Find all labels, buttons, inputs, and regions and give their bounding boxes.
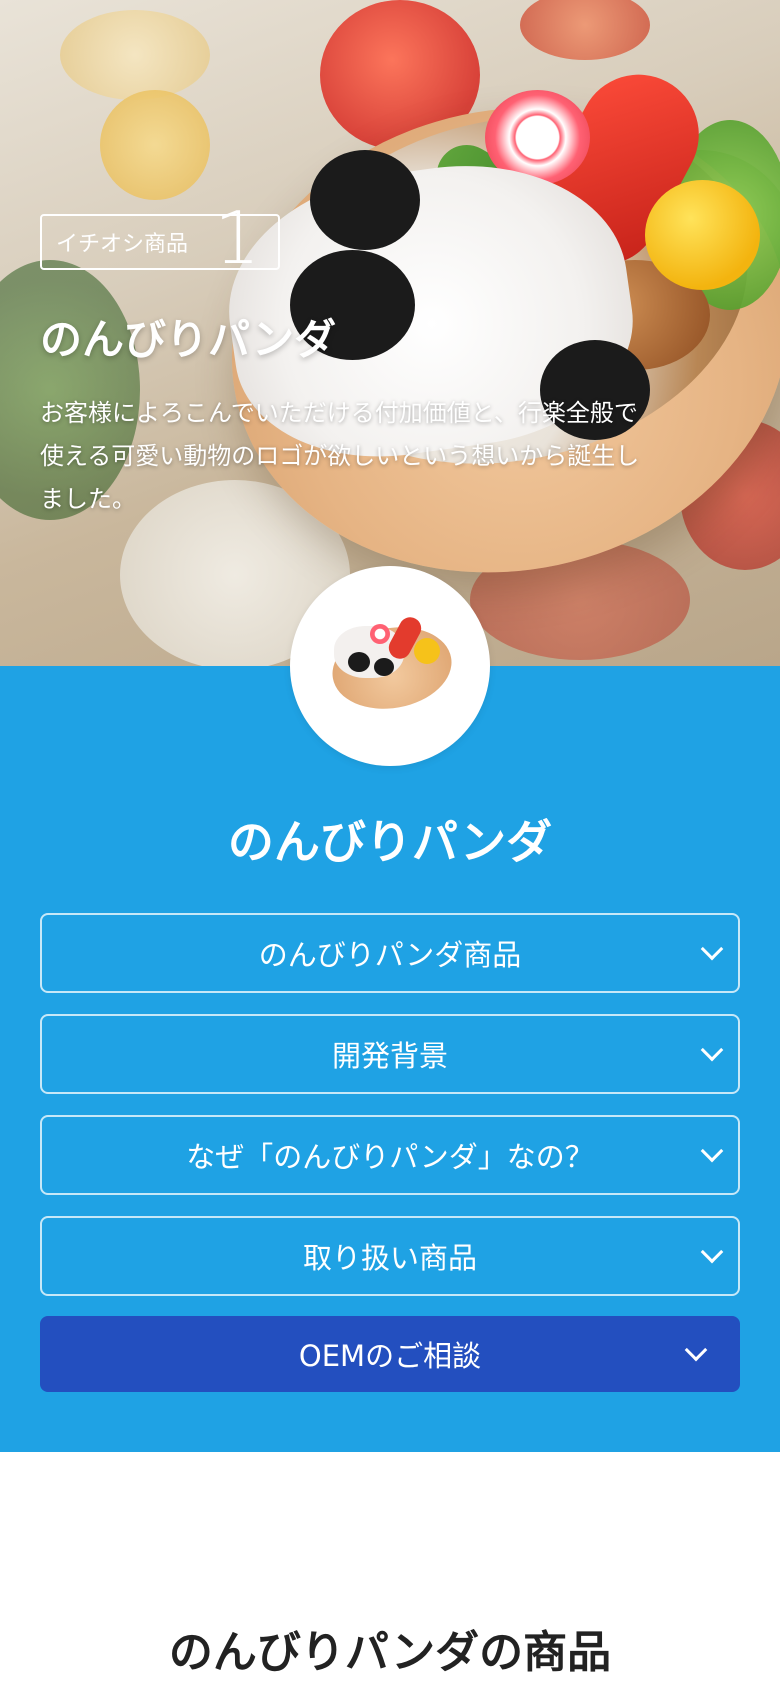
badge-label: イチオシ商品 [56, 232, 189, 257]
chevron-down-icon [700, 937, 724, 961]
hero-title: のんびりパンダ [40, 315, 337, 364]
oem-label: OEMのご相談 [298, 1339, 482, 1373]
section-title: のんびりパンダ [227, 815, 553, 869]
accordion-products[interactable]: のんびりパンダ商品 [40, 913, 740, 993]
recommend-badge: イチオシ商品 1 [40, 202, 280, 274]
chevron-down-icon [700, 1240, 724, 1264]
hero-description: お客様によろこんでいただける付加価値と、行楽全般で使える可愛い動物のロゴが欲しい… [40, 399, 640, 513]
bento-thumbnail-image [290, 566, 490, 766]
accordion-label: 開発背景 [331, 1039, 448, 1073]
accordion-label: なぜ「のんびりパンダ」なの？ [186, 1140, 594, 1174]
badge-number: 1 [214, 196, 260, 280]
chevron-down-icon [684, 1338, 708, 1362]
oem-consultation-button[interactable]: OEMのご相談 [40, 1316, 740, 1392]
accordion-background[interactable]: 開発背景 [40, 1014, 740, 1094]
chevron-down-icon [700, 1038, 724, 1062]
accordion-items[interactable]: 取り扱い商品 [40, 1216, 740, 1296]
products-heading: のんびりパンダの商品 [168, 1627, 612, 1678]
accordion-label: のんびりパンダ商品 [258, 938, 522, 972]
accordion-label: 取り扱い商品 [302, 1241, 477, 1275]
chevron-down-icon [700, 1139, 724, 1163]
accordion-why[interactable]: なぜ「のんびりパンダ」なの？ [40, 1115, 740, 1195]
